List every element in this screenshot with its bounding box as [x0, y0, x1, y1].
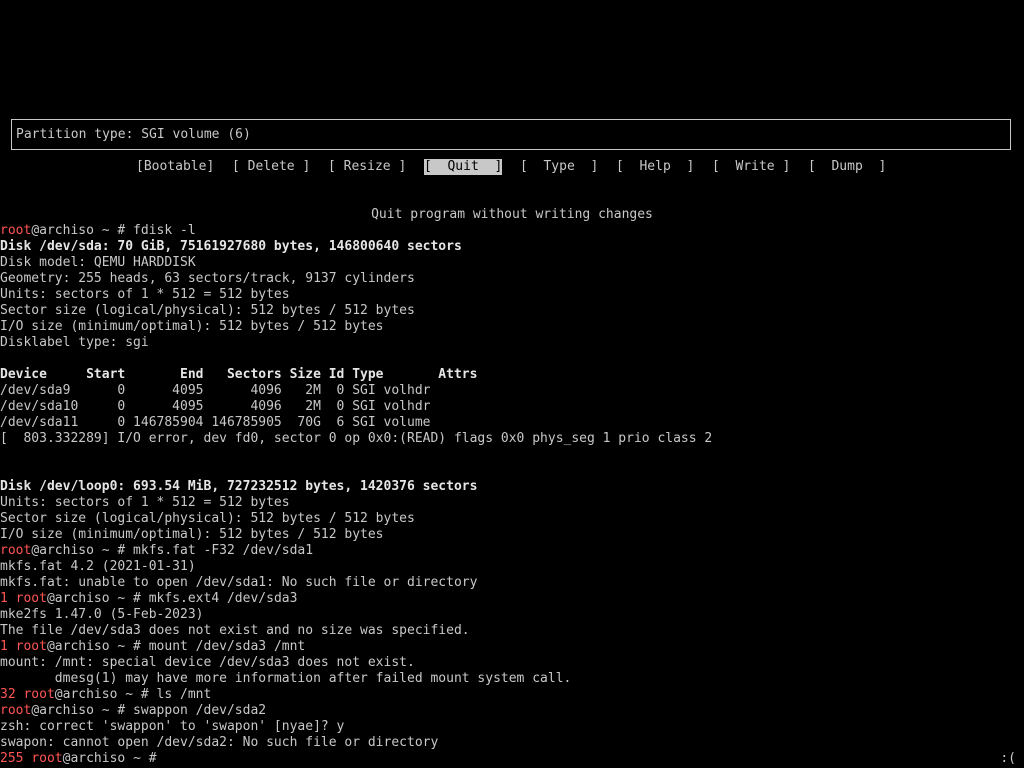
line-text: I/O size (minimum/optimal): 512 bytes / … — [0, 319, 384, 334]
terminal-line: mount: /mnt: special device /dev/sda3 do… — [0, 655, 1024, 671]
write-button[interactable]: [ Write ] — [712, 159, 790, 175]
line-text: @archiso ~ # mkfs.fat -F32 /dev/sda1 — [31, 543, 314, 558]
terminal-line: Geometry: 255 heads, 63 sectors/track, 9… — [0, 271, 1024, 287]
terminal-line: Disk model: QEMU HARDDISK — [0, 255, 1024, 271]
line-text: @archiso ~ # — [62, 751, 165, 766]
terminal-line: Device Start End Sectors Size Id Type At… — [0, 367, 1024, 383]
line-text: Device Start End Sectors Size Id Type At… — [0, 367, 478, 382]
line-text: I/O size (minimum/optimal): 512 bytes / … — [0, 527, 384, 542]
terminal-screen: Partition type: SGI volume (6) [Bootable… — [0, 0, 1024, 768]
terminal-line: [ 803.332289] I/O error, dev fd0, sector… — [0, 431, 1024, 447]
terminal-line: 1 root@archiso ~ # mkfs.ext4 /dev/sda3 — [0, 591, 1024, 607]
terminal-line: root@archiso ~ # swappon /dev/sda2 — [0, 703, 1024, 719]
line-text: @archiso ~ # ls /mnt — [54, 687, 212, 702]
line-text: /dev/sda11 0 146785904 146785905 70G 6 S… — [0, 415, 431, 430]
terminal-line: The file /dev/sda3 does not exist and no… — [0, 623, 1024, 639]
terminal-line: Sector size (logical/physical): 512 byte… — [0, 303, 1024, 319]
help-button[interactable]: [ Help ] — [616, 159, 694, 175]
exit-status: 255 — [0, 751, 32, 766]
line-text: @archiso ~ # fdisk -l — [31, 223, 196, 238]
terminal-line: Units: sectors of 1 * 512 = 512 bytes — [0, 287, 1024, 303]
dump-button[interactable]: [ Dump ] — [808, 159, 886, 175]
line-text: mkfs.fat: unable to open /dev/sda1: No s… — [0, 575, 478, 590]
line-text: Units: sectors of 1 * 512 = 512 bytes — [0, 287, 290, 302]
exit-status: 1 — [0, 591, 16, 606]
line-text: The file /dev/sda3 does not exist and no… — [0, 623, 470, 638]
prompt-user: root — [15, 639, 47, 654]
terminal-line: I/O size (minimum/optimal): 512 bytes / … — [0, 319, 1024, 335]
line-text: Sector size (logical/physical): 512 byte… — [0, 511, 415, 526]
line-text: [ 803.332289] I/O error, dev fd0, sector… — [0, 431, 713, 446]
terminal-line: mkfs.fat 4.2 (2021-01-31) — [0, 559, 1024, 575]
right-prompt-status: :( — [1000, 751, 1016, 766]
menu-hint: Quit program without writing changes — [371, 207, 653, 222]
resize-button[interactable]: [ Resize ] — [328, 159, 406, 175]
terminal-line: 1 root@archiso ~ # mount /dev/sda3 /mnt — [0, 639, 1024, 655]
terminal-line: swapon: cannot open /dev/sda2: No such f… — [0, 735, 1024, 751]
terminal-line: root@archiso ~ # mkfs.fat -F32 /dev/sda1 — [0, 543, 1024, 559]
quit-button[interactable]: [ Quit ] — [424, 159, 503, 175]
terminal-line: Disk /dev/loop0: 693.54 MiB, 727232512 b… — [0, 479, 1024, 495]
line-text: @archiso ~ # mkfs.ext4 /dev/sda3 — [46, 591, 298, 606]
line-text: Disk /dev/sda: 70 GiB, 75161927680 bytes… — [0, 239, 462, 254]
type-button[interactable]: [ Type ] — [520, 159, 598, 175]
line-text: zsh: correct 'swappon' to 'swapon' [nyae… — [0, 719, 345, 734]
line-text: Geometry: 255 heads, 63 sectors/track, 9… — [0, 271, 415, 286]
line-text: mke2fs 1.47.0 (5-Feb-2023) — [0, 607, 204, 622]
prompt-user: root — [23, 687, 55, 702]
terminal-line: mke2fs 1.47.0 (5-Feb-2023) — [0, 607, 1024, 623]
line-text: Disk /dev/loop0: 693.54 MiB, 727232512 b… — [0, 479, 478, 494]
line-text: @archiso ~ # swappon /dev/sda2 — [31, 703, 267, 718]
terminal-line: root@archiso ~ # fdisk -l — [0, 223, 1024, 239]
exit-status: 32 — [0, 687, 24, 702]
terminal-line: I/O size (minimum/optimal): 512 bytes / … — [0, 527, 1024, 543]
terminal-line: mkfs.fat: unable to open /dev/sda1: No s… — [0, 575, 1024, 591]
terminal-line: dmesg(1) may have more information after… — [0, 671, 1024, 687]
terminal-line: /dev/sda11 0 146785904 146785905 70G 6 S… — [0, 415, 1024, 431]
line-text: Disklabel type: sgi — [0, 335, 149, 350]
partition-type-box: Partition type: SGI volume (6) — [11, 119, 1011, 150]
prompt-user: root — [0, 223, 32, 238]
line-text: swapon: cannot open /dev/sda2: No such f… — [0, 735, 439, 750]
terminal-line: Units: sectors of 1 * 512 = 512 bytes — [0, 495, 1024, 511]
terminal-line: Disklabel type: sgi — [0, 335, 1024, 351]
line-text: Disk model: QEMU HARDDISK — [0, 255, 196, 270]
prompt-user: root — [31, 751, 63, 766]
delete-button[interactable]: [ Delete ] — [232, 159, 310, 175]
terminal-output[interactable]: root@archiso ~ # fdisk -l Disk /dev/sda: … — [0, 223, 1024, 767]
terminal-line: /dev/sda10 0 4095 4096 2M 0 SGI volhdr — [0, 399, 1024, 415]
terminal-line: /dev/sda9 0 4095 4096 2M 0 SGI volhdr — [0, 383, 1024, 399]
prompt-user: root — [0, 543, 32, 558]
terminal-line: 32 root@archiso ~ # ls /mnt — [0, 687, 1024, 703]
line-text: /dev/sda10 0 4095 4096 2M 0 SGI volhdr — [0, 399, 431, 414]
line-text: Units: sectors of 1 * 512 = 512 bytes — [0, 495, 290, 510]
cfdisk-menu: [Bootable] [ Delete ] [ Resize ] [ Quit … — [0, 159, 1024, 175]
terminal-line: Disk /dev/sda: 70 GiB, 75161927680 bytes… — [0, 239, 1024, 255]
line-text: Sector size (logical/physical): 512 byte… — [0, 303, 415, 318]
line-text: mkfs.fat 4.2 (2021-01-31) — [0, 559, 196, 574]
terminal-line: 255 root@archiso ~ # — [0, 751, 1024, 767]
line-text: @archiso ~ # mount /dev/sda3 /mnt — [46, 639, 306, 654]
line-text: dmesg(1) may have more information after… — [0, 671, 572, 686]
exit-status: 1 — [0, 639, 16, 654]
partition-type-text: Partition type: SGI volume (6) — [16, 127, 251, 142]
terminal-line: Sector size (logical/physical): 512 byte… — [0, 511, 1024, 527]
prompt-user: root — [0, 703, 32, 718]
terminal-line: zsh: correct 'swappon' to 'swapon' [nyae… — [0, 719, 1024, 735]
line-text: /dev/sda9 0 4095 4096 2M 0 SGI volhdr — [0, 383, 431, 398]
bootable-button[interactable]: [Bootable] — [136, 159, 214, 175]
prompt-user: root — [15, 591, 47, 606]
line-text: mount: /mnt: special device /dev/sda3 do… — [0, 655, 415, 670]
